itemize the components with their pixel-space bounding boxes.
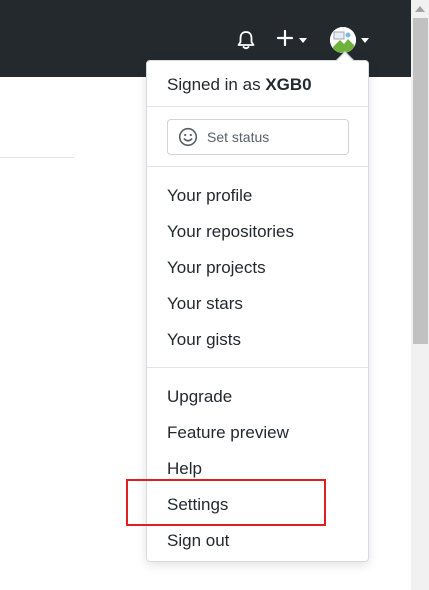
divider	[147, 166, 368, 167]
dropdown-pointer-fill	[337, 53, 353, 61]
set-status-button[interactable]: Set status	[167, 119, 349, 155]
user-menu-button[interactable]	[330, 26, 374, 54]
menu-item-sign-out[interactable]: Sign out	[167, 531, 229, 551]
divider	[147, 106, 368, 107]
scroll-up-arrow[interactable]	[415, 6, 425, 12]
menu-item-your-projects[interactable]: Your projects	[167, 258, 266, 278]
scrollbar-thumb[interactable]	[413, 18, 428, 344]
username: XGB0	[265, 75, 312, 94]
bell-icon[interactable]	[235, 29, 257, 51]
user-dropdown-menu: Signed in as XGB0 Set status Your profil…	[146, 60, 369, 562]
smiley-icon	[178, 127, 207, 147]
signed-in-label: Signed in as XGB0	[167, 75, 312, 95]
create-new-button[interactable]	[276, 28, 316, 52]
set-status-label: Set status	[207, 129, 270, 145]
page-divider	[0, 157, 74, 158]
menu-item-your-gists[interactable]: Your gists	[167, 330, 241, 350]
signed-in-prefix: Signed in as	[167, 75, 261, 94]
chevron-down-icon	[361, 37, 369, 43]
menu-item-your-stars[interactable]: Your stars	[167, 294, 243, 314]
menu-item-your-profile[interactable]: Your profile	[167, 186, 252, 206]
divider	[147, 367, 368, 368]
menu-item-feature-preview[interactable]: Feature preview	[167, 423, 289, 443]
menu-item-upgrade[interactable]: Upgrade	[167, 387, 232, 407]
menu-item-your-repositories[interactable]: Your repositories	[167, 222, 294, 242]
menu-item-settings[interactable]: Settings	[167, 495, 228, 515]
plus-icon	[276, 29, 294, 52]
menu-item-help[interactable]: Help	[167, 459, 202, 479]
chevron-down-icon	[299, 37, 307, 43]
avatar	[330, 27, 356, 53]
